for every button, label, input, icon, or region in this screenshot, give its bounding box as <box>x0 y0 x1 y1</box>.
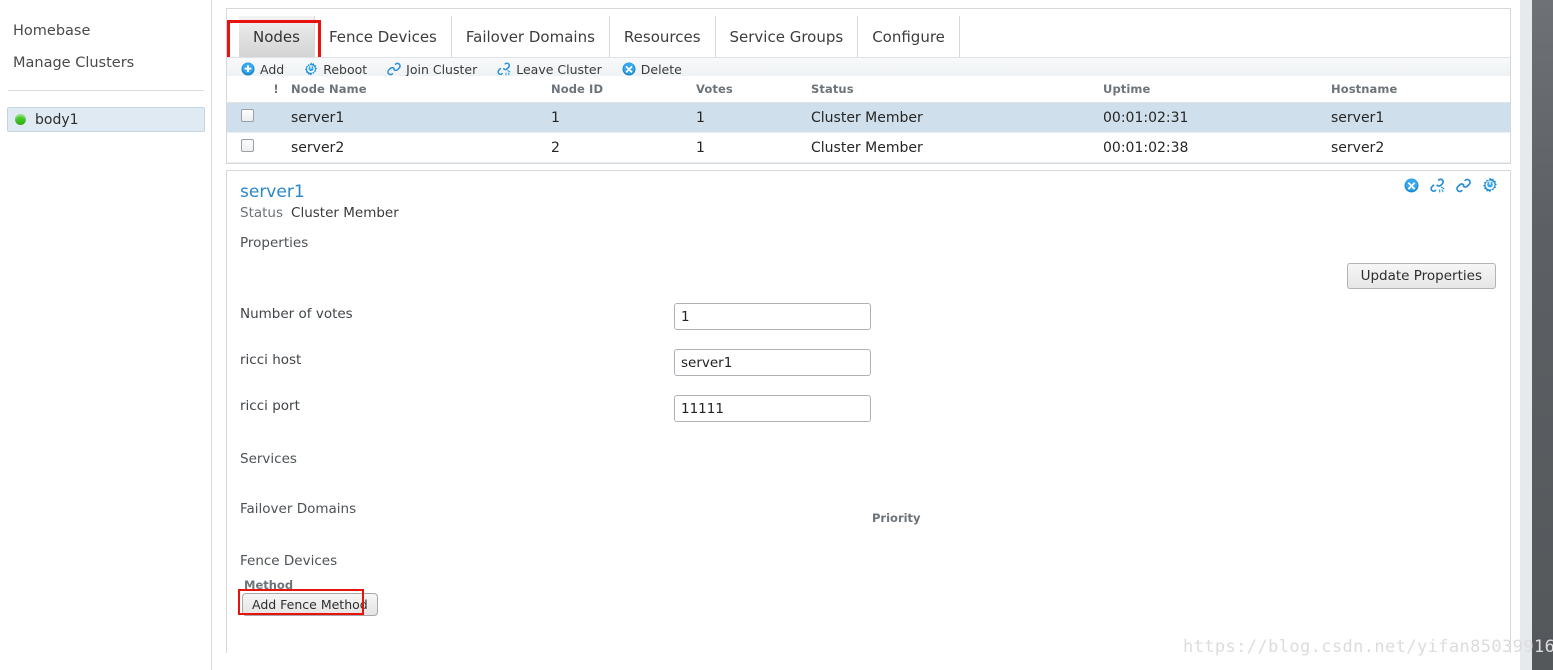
row-checkbox[interactable] <box>241 109 254 122</box>
toolbar-delete-button[interactable]: Delete <box>622 61 682 77</box>
ricci-host-input[interactable] <box>674 349 871 376</box>
leave-cluster-icon[interactable] <box>1430 177 1445 193</box>
cell-node-id: 2 <box>551 132 696 163</box>
node-detail-panel: server1 Status Cluster Member Properties… <box>226 170 1511 653</box>
field-label-number-of-votes: Number of votes <box>240 306 353 322</box>
tab-fence-devices[interactable]: Fence Devices <box>315 16 452 57</box>
row-checkbox-cell[interactable] <box>227 132 261 163</box>
fence-devices-section-label: Fence Devices <box>240 553 338 569</box>
nodes-table-panel: ! Node Name Node ID Votes Status Uptime … <box>226 76 1511 164</box>
tab-failover-domains[interactable]: Failover Domains <box>452 16 610 57</box>
sidebar-item-homebase[interactable]: Homebase <box>0 24 90 39</box>
field-label-ricci-port: ricci port <box>240 398 300 414</box>
tabs-panel: Nodes Fence Devices Failover Domains Res… <box>226 8 1511 76</box>
cell-node-id: 1 <box>551 102 696 133</box>
tab-resources[interactable]: Resources <box>610 16 716 57</box>
toolbar-add-label: Add <box>260 61 285 77</box>
sidebar: Homebase Manage Clusters body1 <box>0 0 212 670</box>
leave-cluster-icon <box>497 62 511 76</box>
cell-status: Cluster Member <box>811 102 1103 133</box>
cell-hostname: server1 <box>1331 102 1510 133</box>
tab-configure[interactable]: Configure <box>858 16 960 57</box>
add-fence-method-button[interactable]: Add Fence Method <box>242 593 378 616</box>
table-row[interactable]: server2 2 1 Cluster Member 00:01:02:38 s… <box>227 132 1510 163</box>
nodes-table: ! Node Name Node ID Votes Status Uptime … <box>227 76 1510 163</box>
priority-column-header: Priority <box>872 511 921 525</box>
nodes-toolbar: Add Reboot Join Cluster Leave Cluster De… <box>227 57 1510 76</box>
cell-votes: 1 <box>696 102 811 133</box>
status-value: Cluster Member <box>291 204 399 221</box>
toolbar-leave-cluster-label: Leave Cluster <box>516 61 602 77</box>
th-hostname[interactable]: Hostname <box>1331 76 1510 103</box>
update-properties-button[interactable]: Update Properties <box>1346 263 1496 289</box>
cell-hostname: server2 <box>1331 132 1510 163</box>
th-node-name[interactable]: Node Name <box>291 76 551 103</box>
method-column-header: Method <box>244 578 294 592</box>
sidebar-divider <box>8 90 204 91</box>
node-action-icons <box>1404 177 1498 193</box>
cell-node-name: server1 <box>291 102 551 133</box>
sidebar-item-manage-clusters[interactable]: Manage Clusters <box>0 56 134 71</box>
toolbar-leave-cluster-button[interactable]: Leave Cluster <box>497 61 602 77</box>
tab-nodes[interactable]: Nodes <box>239 16 315 57</box>
link-icon <box>387 62 401 76</box>
toolbar-add-button[interactable]: Add <box>241 61 285 77</box>
row-checkbox[interactable] <box>241 139 254 152</box>
cluster-name-label: body1 <box>35 111 79 128</box>
tab-service-groups[interactable]: Service Groups <box>716 16 859 57</box>
cluster-status-dot-icon <box>15 114 26 125</box>
properties-section-label: Properties <box>240 235 309 251</box>
toolbar-delete-label: Delete <box>640 61 682 77</box>
page-scrollbar-thumb[interactable] <box>1532 0 1553 670</box>
app-window: Homebase Manage Clusters body1 Nodes Fen… <box>0 0 1553 670</box>
delete-circle-icon[interactable] <box>1404 178 1419 193</box>
ricci-port-input[interactable] <box>674 395 871 422</box>
page-scrollbar-track[interactable] <box>1520 0 1553 670</box>
toolbar-reboot-button[interactable]: Reboot <box>304 61 368 77</box>
node-detail-title[interactable]: server1 <box>240 182 1510 203</box>
th-select <box>227 76 261 103</box>
delete-circle-icon <box>622 62 636 76</box>
main-content: Nodes Fence Devices Failover Domains Res… <box>226 8 1511 668</box>
sidebar-item-cluster-body1[interactable]: body1 <box>7 107 205 132</box>
join-cluster-link-icon[interactable] <box>1456 178 1471 193</box>
cell-votes: 1 <box>696 132 811 163</box>
toolbar-join-cluster-label: Join Cluster <box>406 61 478 77</box>
cell-status: Cluster Member <box>811 132 1103 163</box>
status-label: Status <box>240 204 284 221</box>
th-alert: ! <box>261 76 291 103</box>
row-alert-cell <box>261 132 291 163</box>
row-alert-cell <box>261 102 291 133</box>
cell-uptime: 00:01:02:38 <box>1103 132 1331 163</box>
row-checkbox-cell[interactable] <box>227 102 261 133</box>
cell-uptime: 00:01:02:31 <box>1103 102 1331 133</box>
failover-domains-section-label: Failover Domains <box>240 501 357 517</box>
th-status[interactable]: Status <box>811 76 1103 103</box>
reboot-icon[interactable] <box>1482 177 1498 193</box>
th-votes[interactable]: Votes <box>696 76 811 103</box>
node-detail-status: Status Cluster Member <box>240 205 1510 221</box>
field-label-ricci-host: ricci host <box>240 352 302 368</box>
services-section-label: Services <box>240 451 297 467</box>
number-of-votes-input[interactable] <box>674 303 871 330</box>
table-row[interactable]: server1 1 1 Cluster Member 00:01:02:31 s… <box>227 102 1510 133</box>
table-header-row: ! Node Name Node ID Votes Status Uptime … <box>227 76 1510 103</box>
th-uptime[interactable]: Uptime <box>1103 76 1331 103</box>
plus-circle-icon <box>241 62 255 76</box>
toolbar-reboot-label: Reboot <box>323 61 368 77</box>
node-detail-header: server1 Status Cluster Member <box>227 171 1510 221</box>
toolbar-join-cluster-button[interactable]: Join Cluster <box>387 61 478 77</box>
th-node-id[interactable]: Node ID <box>551 76 696 103</box>
reboot-icon <box>304 62 318 76</box>
cell-node-name: server2 <box>291 132 551 163</box>
